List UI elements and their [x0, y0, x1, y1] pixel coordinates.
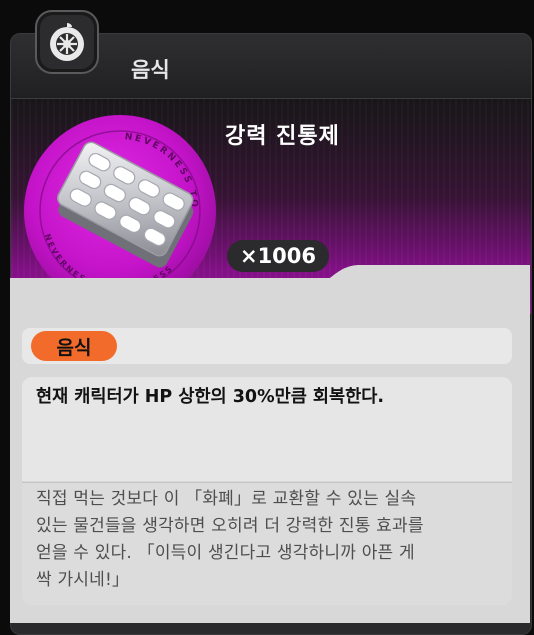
- item-name: 강력 진통제: [225, 124, 340, 149]
- category-title: 음식: [131, 58, 170, 82]
- flavor-line: 싹 가시네!」: [36, 570, 130, 590]
- quantity-badge: ×1006: [227, 240, 329, 272]
- flavor-text: 직접 먹는 것보다 이 「화폐」로 교환할 수 있는 실속 있는 물건들을 생각…: [36, 486, 512, 594]
- flavor-line: 얻을 수 있다. 「이득이 생긴다고 생각하니까 아픈 게: [36, 543, 415, 563]
- effect-description: 현재 캐릭터가 HP 상한의 30%만큼 회복한다.: [36, 387, 384, 407]
- tire-icon: [34, 9, 100, 79]
- flavor-line: 있는 물건들을 생각하면 오히려 더 강력한 진통 효과를: [36, 516, 424, 536]
- flavor-line: 직접 먹는 것보다 이 「화폐」로 교환할 수 있는 실속: [36, 489, 417, 509]
- category-badge: 음식: [31, 331, 117, 361]
